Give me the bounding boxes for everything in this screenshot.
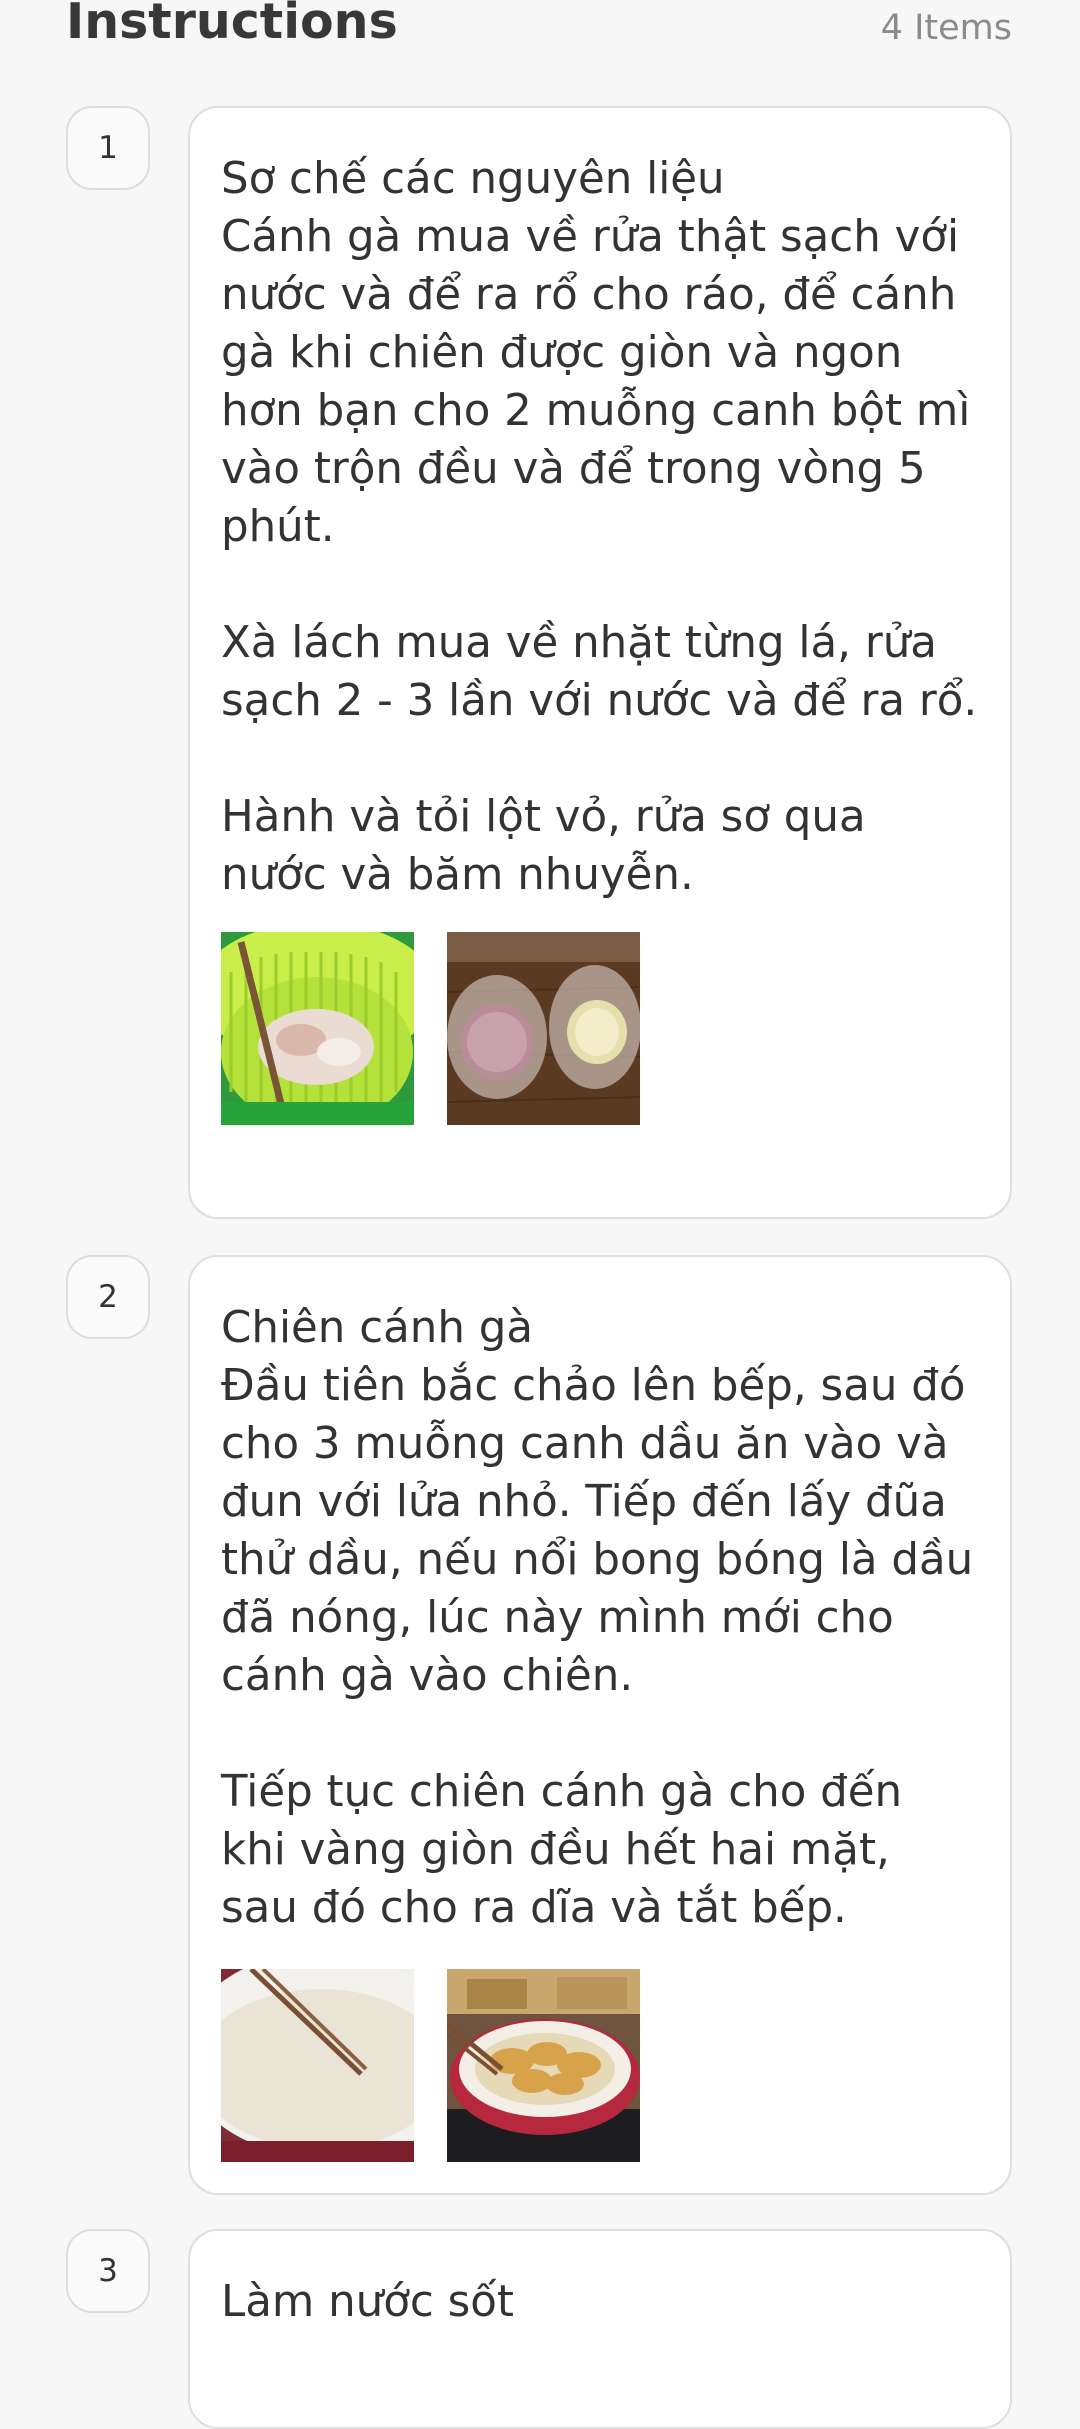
step-number-badge: 1 <box>66 106 150 190</box>
batter-bowl-with-chopsticks-photo[interactable] <box>221 1969 414 2162</box>
section-title: Instructions <box>66 0 398 50</box>
step-card[interactable]: Làm nước sốt <box>188 2229 1012 2429</box>
step-number-badge: 2 <box>66 1255 150 1339</box>
step-description: Sơ chế các nguyên liệu Cánh gà mua về rử… <box>221 154 978 900</box>
step-images <box>221 932 980 1125</box>
step-card[interactable]: Chiên cánh gà Đầu tiên bắc chảo lên bếp,… <box>188 1255 1012 2195</box>
step-description: Làm nước sốt <box>221 2277 514 2327</box>
step-description: Chiên cánh gà Đầu tiên bắc chảo lên bếp,… <box>221 1303 974 1933</box>
instructions-header: Instructions 4 Items <box>0 0 1080 60</box>
step-card[interactable]: Sơ chế các nguyên liệu Cánh gà mua về rử… <box>188 106 1012 1219</box>
step-images <box>221 1969 980 2162</box>
step-number-badge: 3 <box>66 2229 150 2313</box>
minced-shallots-and-garlic-bowls-photo[interactable] <box>447 932 640 1125</box>
fried-chicken-wings-in-pan-photo[interactable] <box>447 1969 640 2162</box>
chicken-wings-in-green-colander-photo[interactable] <box>221 932 414 1125</box>
items-count: 4 Items <box>880 8 1012 48</box>
